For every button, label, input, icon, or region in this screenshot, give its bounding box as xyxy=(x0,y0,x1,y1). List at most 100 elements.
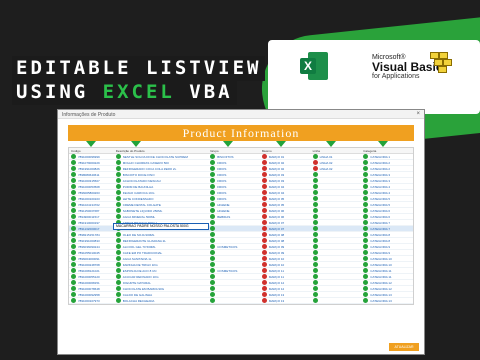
cell-lin[interactable] xyxy=(311,280,362,285)
cell-code[interactable]: 7891000107973 xyxy=(69,298,114,303)
close-icon[interactable]: × xyxy=(416,111,420,117)
cell-code[interactable]: 7898215151784 xyxy=(69,232,114,237)
cell-group[interactable]: HIGIENE xyxy=(208,202,260,207)
cell-cat[interactable]: CATEGORIA 5 xyxy=(361,196,413,201)
cell-group[interactable]: COSMETICOS xyxy=(208,244,260,249)
cell-cat[interactable]: CATEGORIA 12 xyxy=(361,286,413,291)
cell-group[interactable] xyxy=(208,226,260,231)
cell-lin[interactable] xyxy=(311,208,362,213)
cell-code[interactable]: 7891991000833 xyxy=(69,238,114,243)
cell-desc[interactable]: ESPONJA DE ACO 8 UN xyxy=(114,268,208,273)
cell-group[interactable] xyxy=(208,256,260,261)
cell-lin[interactable] xyxy=(311,172,362,177)
cell-code[interactable]: 7891000096999 xyxy=(69,154,114,159)
cell-mes[interactable]: MARÇO 06 xyxy=(260,214,311,219)
cell-cat[interactable]: CATEGORIA 10 xyxy=(361,256,413,261)
cell-group[interactable] xyxy=(208,280,260,285)
cell-group[interactable]: COSMETICOS xyxy=(208,268,260,273)
cell-mes[interactable]: MARÇO 03 xyxy=(260,178,311,183)
cell-desc[interactable]: CREME DENTAL COLGATE xyxy=(114,202,208,207)
cell-code[interactable]: 7891000053508 xyxy=(69,184,114,189)
cell-cat[interactable]: CATEGORIA 3 xyxy=(361,178,413,183)
cell-code[interactable]: 7896036090244 xyxy=(69,244,114,249)
cell-cat[interactable]: CATEGORIA 3 xyxy=(361,172,413,177)
cell-group[interactable] xyxy=(208,238,260,243)
cell-mes[interactable]: MARÇO 12 xyxy=(260,280,311,285)
cell-cat[interactable]: CATEGORIA 12 xyxy=(361,280,413,285)
cell-mes[interactable]: MARÇO 07 xyxy=(260,226,311,231)
cell-lin[interactable] xyxy=(311,220,362,225)
cell-code[interactable]: 7891910000197 xyxy=(69,220,114,225)
update-button[interactable]: ATUALIZAR xyxy=(389,343,419,351)
cell-desc[interactable]: ALCOOL GEL 70 500ML xyxy=(114,244,208,249)
cell-group[interactable] xyxy=(208,286,260,291)
col-header-desc[interactable]: Descrição do Produto xyxy=(114,148,208,153)
cell-desc[interactable]: IOGURTE NATURAL xyxy=(114,280,208,285)
cell-cat[interactable]: CATEGORIA 4 xyxy=(361,190,413,195)
cell-mes[interactable]: MARÇO 09 xyxy=(260,244,311,249)
cell-lin[interactable] xyxy=(311,238,362,243)
cell-lin[interactable] xyxy=(311,286,362,291)
cell-cat[interactable]: CATEGORIA 4 xyxy=(361,184,413,189)
cell-lin[interactable] xyxy=(311,250,362,255)
cell-desc[interactable]: REFRIGERADO COCA COLA ZERO 2L xyxy=(114,166,208,171)
cell-code[interactable]: 7898080640611 xyxy=(69,172,114,177)
cell-mes[interactable]: MARÇO 08 xyxy=(260,232,311,237)
cell-mes[interactable]: MARÇO 07 xyxy=(260,220,311,225)
col-header-mes[interactable]: Mesmo xyxy=(260,148,311,153)
cell-mes[interactable]: MARÇO 04 xyxy=(260,190,311,195)
cell-lin[interactable] xyxy=(311,202,362,207)
cell-mes[interactable]: MARÇO 11 xyxy=(260,268,311,273)
cell-cat[interactable]: CATEGORIA 7 xyxy=(361,220,413,225)
cell-desc[interactable]: BOLACHA RECHEADA xyxy=(114,298,208,303)
cell-group[interactable]: BEBIDAS xyxy=(208,214,260,219)
cell-code[interactable]: 7891000068151 xyxy=(69,280,114,285)
cell-cat[interactable]: CATEGORIA 11 xyxy=(361,274,413,279)
cell-code[interactable]: 7891000092958 xyxy=(69,292,114,297)
cell-code[interactable]: 7896005800263 xyxy=(69,190,114,195)
cell-lin[interactable] xyxy=(311,292,362,297)
cell-desc[interactable]: AGUA MINERAL 500ML xyxy=(114,214,208,219)
cell-cat[interactable]: CATEGORIA 11 xyxy=(361,268,413,273)
cell-cat[interactable]: CATEGORIA 13 xyxy=(361,292,413,297)
cell-desc[interactable]: ACUCAR REFINADO 1KG xyxy=(114,274,208,279)
cell-lin[interactable] xyxy=(311,298,362,303)
cell-group[interactable] xyxy=(208,220,260,225)
cell-mes[interactable]: MARÇO 03 xyxy=(260,172,311,177)
cell-mes[interactable]: MARÇO 13 xyxy=(260,292,311,297)
cell-desc[interactable]: CHOCOLATE EM BARRA 90G xyxy=(114,286,208,291)
cell-group[interactable] xyxy=(208,250,260,255)
cell-code[interactable]: 7891132000017 xyxy=(69,226,114,231)
cell-lin[interactable] xyxy=(311,268,362,273)
cell-group[interactable]: FRIOS xyxy=(208,178,260,183)
cell-mes[interactable]: MARÇO 05 xyxy=(260,196,311,201)
col-header-cat[interactable]: Categoria xyxy=(361,148,413,153)
col-header-lin[interactable]: Linha xyxy=(311,148,362,153)
cell-lin[interactable] xyxy=(311,196,362,201)
cell-group[interactable]: FRIOS xyxy=(208,184,260,189)
cell-cat[interactable]: CATEGORIA 2 xyxy=(361,166,413,171)
cell-group[interactable]: FRIOS xyxy=(208,172,260,177)
cell-lin[interactable]: LINHA 01 xyxy=(311,154,362,159)
cell-group[interactable]: FRIOS xyxy=(208,166,260,171)
cell-lin[interactable] xyxy=(311,232,362,237)
cell-cat[interactable]: CATEGORIA 8 xyxy=(361,238,413,243)
cell-cat[interactable]: CATEGORIA 13 xyxy=(361,298,413,303)
cell-lin[interactable] xyxy=(311,262,362,267)
cell-mes[interactable]: MARÇO 08 xyxy=(260,238,311,243)
cell-code[interactable]: 7891079000229 xyxy=(69,160,114,165)
cell-desc[interactable]: CAFE EM PO TRADICIONAL xyxy=(114,250,208,255)
cell-cat[interactable]: CATEGORIA 6 xyxy=(361,208,413,213)
cell-desc[interactable]: FARINHA DE TRIGO 1KG xyxy=(114,262,208,267)
cell-desc[interactable]: SABONETE LIQUIDO 250ML xyxy=(114,208,208,213)
cell-code[interactable]: 7891000078648 xyxy=(69,286,114,291)
cell-lin[interactable] xyxy=(311,226,362,231)
cell-cat[interactable]: CATEGORIA 5 xyxy=(361,202,413,207)
cell-mes[interactable]: MARÇO 10 xyxy=(260,262,311,267)
cell-mes[interactable]: MARÇO 06 xyxy=(260,208,311,213)
cell-group[interactable]: FRIOS xyxy=(208,196,260,201)
cell-lin[interactable] xyxy=(311,274,362,279)
cell-mes[interactable]: MARÇO 02 xyxy=(260,166,311,171)
cell-desc[interactable]: BISCOITO DOCE FINO xyxy=(114,172,208,177)
cell-cat[interactable]: CATEGORIA 6 xyxy=(361,214,413,219)
